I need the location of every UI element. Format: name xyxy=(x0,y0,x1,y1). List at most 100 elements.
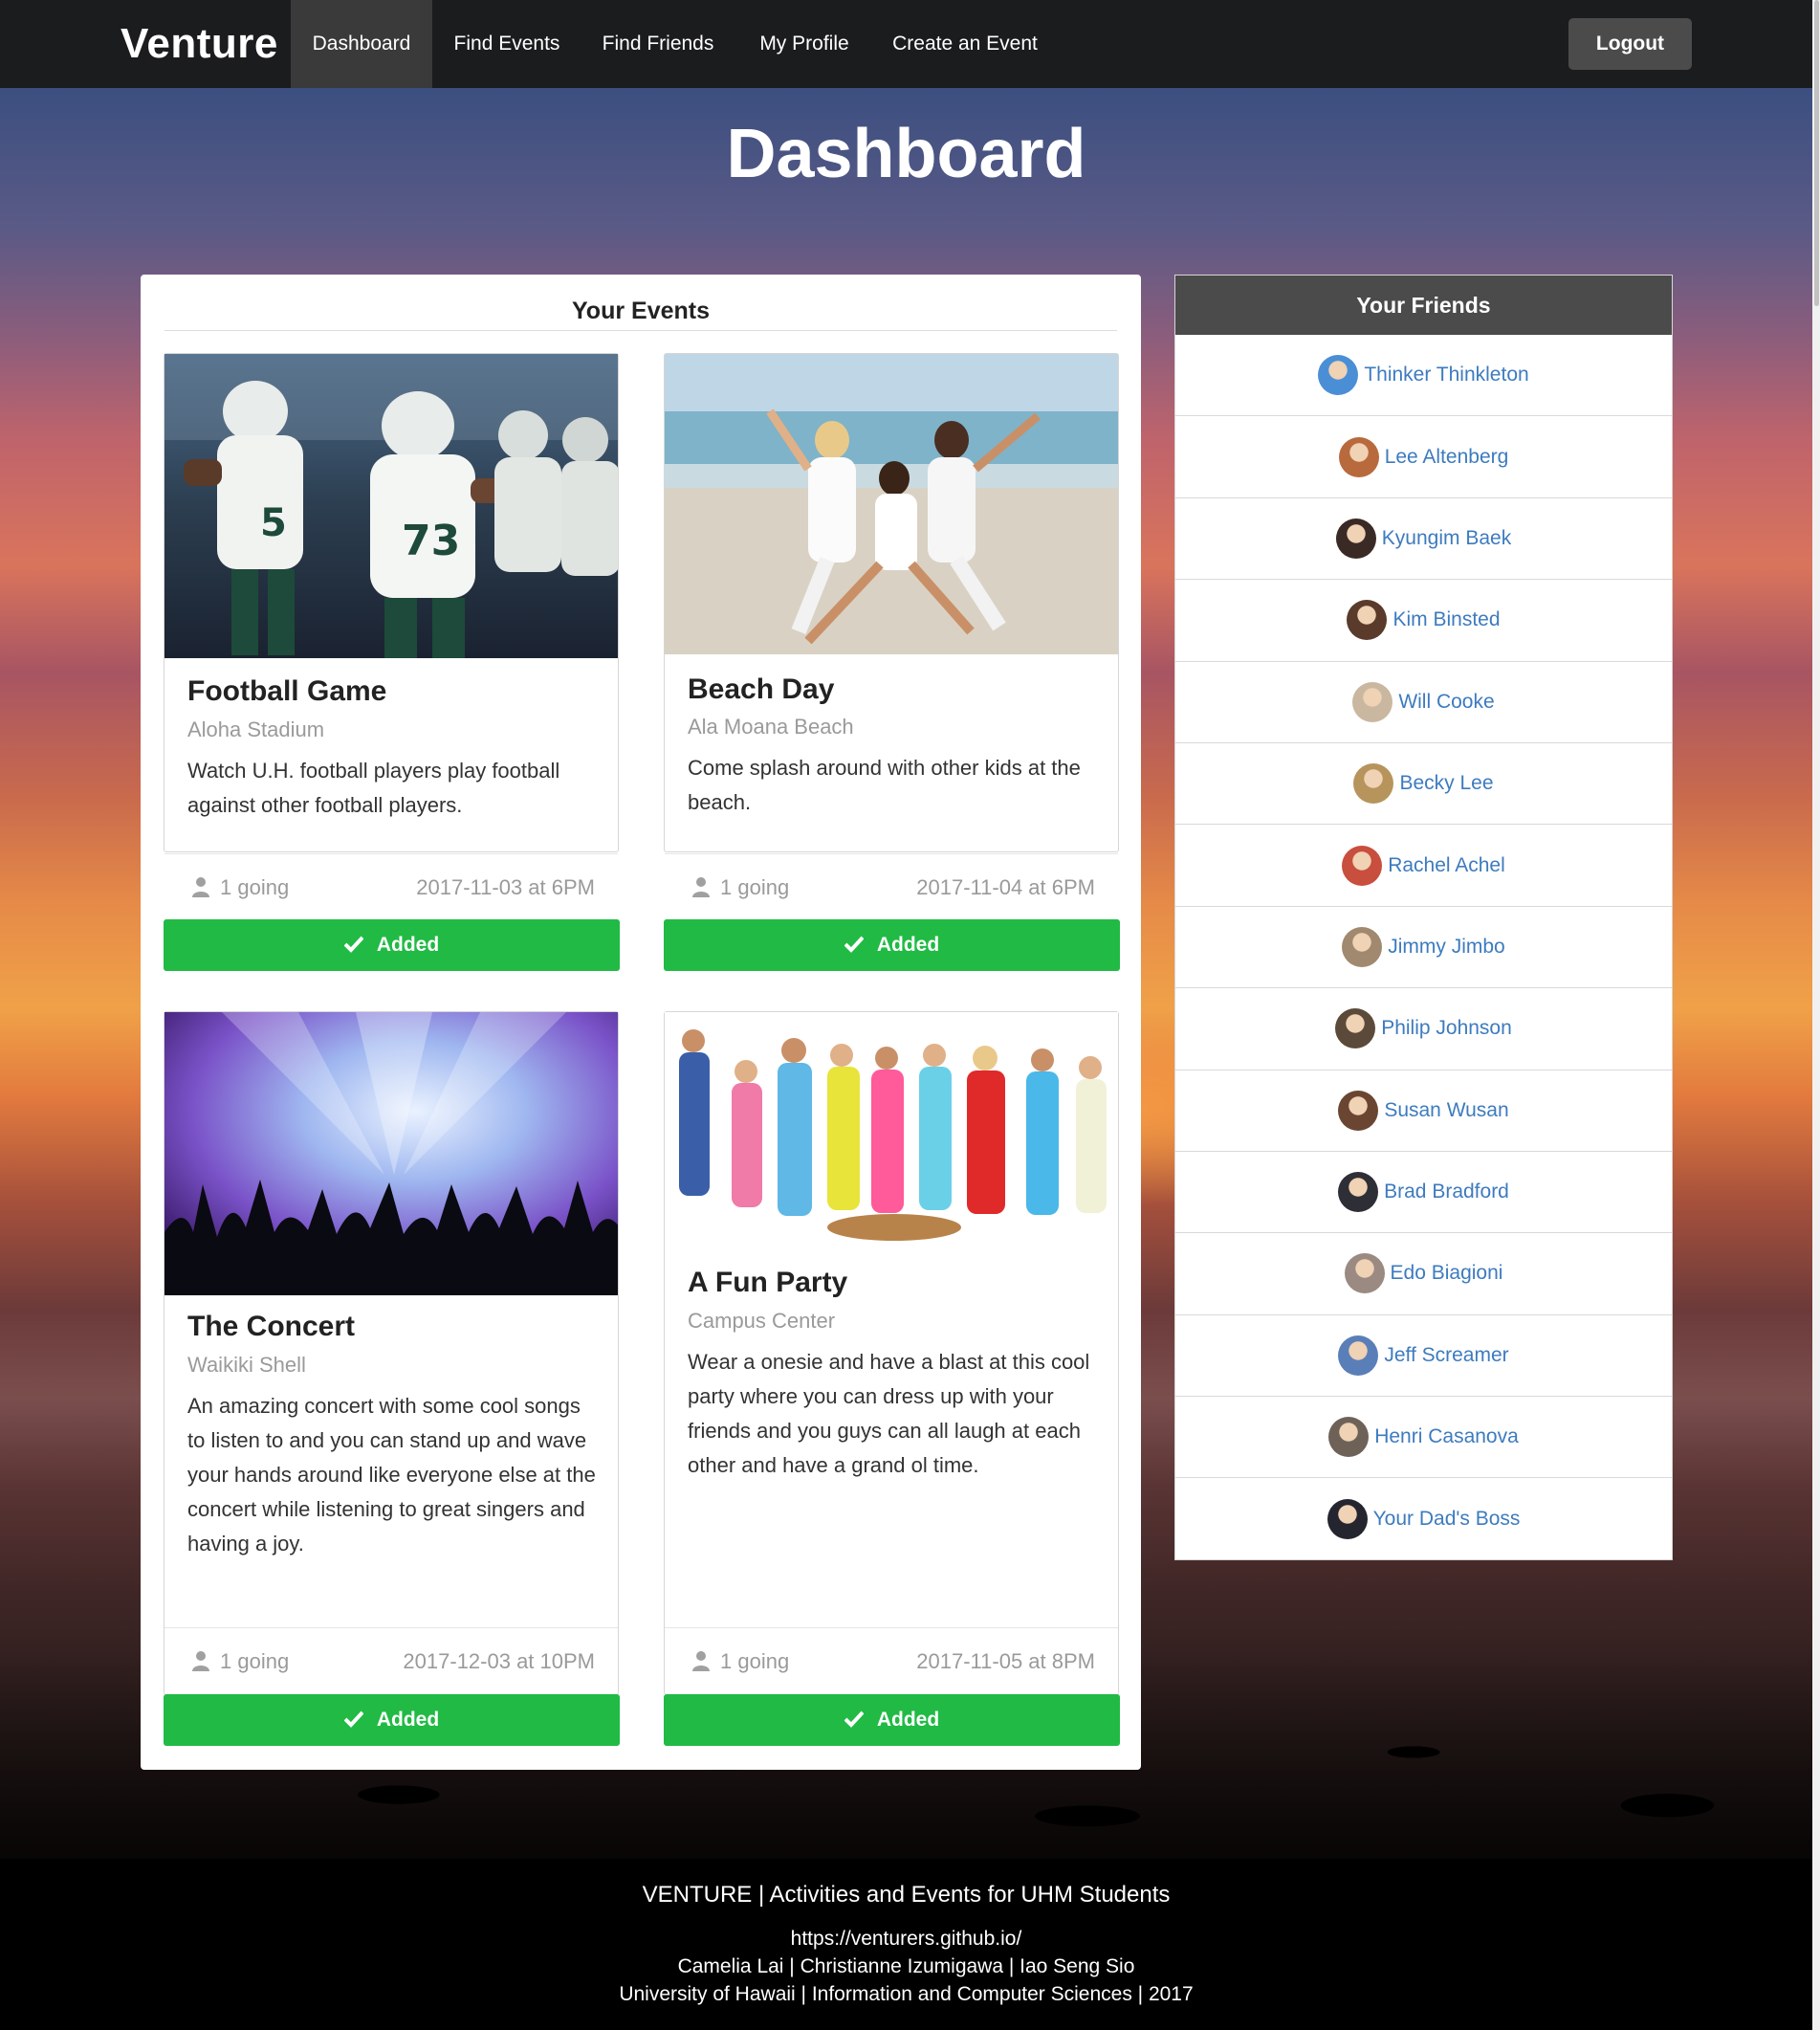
event-card-party: A Fun Party Campus Center Wear a onesie … xyxy=(664,1011,1119,1695)
avatar xyxy=(1338,1335,1379,1376)
friend-row[interactable]: Brad Bradford xyxy=(1175,1152,1672,1234)
friend-name-link[interactable]: Susan Wusan xyxy=(1384,1099,1508,1122)
avatar xyxy=(1335,1008,1376,1049)
page-title: Dashboard xyxy=(726,116,1086,192)
friend-row[interactable]: Rachel Achel xyxy=(1175,825,1672,907)
going-label: 1 going xyxy=(720,1649,790,1673)
friend-name-link[interactable]: Kim Binsted xyxy=(1392,608,1500,631)
going-label: 1 going xyxy=(220,1649,290,1673)
going-count: 1 going xyxy=(691,1649,789,1674)
going-count: 1 going xyxy=(191,1649,289,1674)
friend-name-link[interactable]: Edo Biagioni xyxy=(1391,1262,1503,1285)
concert-crowd-photo[interactable] xyxy=(164,1012,618,1295)
event-date: 2017-12-03 at 10PM xyxy=(403,1649,595,1673)
event-title[interactable]: Football Game xyxy=(187,675,386,708)
friend-row[interactable]: Philip Johnson xyxy=(1175,988,1672,1070)
friend-row[interactable]: Kyungim Baek xyxy=(1175,498,1672,581)
football-players-photo[interactable]: 5 73 xyxy=(164,354,618,658)
your-events-heading: Your Events xyxy=(164,292,1117,331)
event-location: Aloha Stadium xyxy=(187,717,325,741)
added-label: Added xyxy=(376,934,440,956)
event-title[interactable]: The Concert xyxy=(187,1311,355,1343)
going-count: 1 going xyxy=(191,875,289,900)
added-label: Added xyxy=(876,934,940,956)
friend-name-link[interactable]: Brad Bradford xyxy=(1384,1180,1509,1203)
avatar xyxy=(1352,681,1393,722)
friend-row[interactable]: Susan Wusan xyxy=(1175,1070,1672,1152)
friend-name-link[interactable]: Your Dad's Boss xyxy=(1373,1508,1521,1531)
event-location: Waikiki Shell xyxy=(187,1353,306,1377)
beach-people-photo[interactable] xyxy=(665,354,1118,654)
friend-name-link[interactable]: Henri Casanova xyxy=(1374,1425,1519,1448)
friend-row[interactable]: Your Dad's Boss xyxy=(1175,1478,1672,1559)
going-label: 1 going xyxy=(720,875,790,899)
check-icon xyxy=(343,921,364,953)
avatar xyxy=(1318,355,1359,396)
friend-row[interactable]: Thinker Thinkleton xyxy=(1175,335,1672,417)
svg-text:5: 5 xyxy=(260,501,287,545)
user-icon xyxy=(691,876,711,897)
friend-row[interactable]: Jimmy Jimbo xyxy=(1175,907,1672,989)
friend-name-link[interactable]: Becky Lee xyxy=(1399,772,1493,795)
friend-name-link[interactable]: Lee Altenberg xyxy=(1385,446,1509,469)
avatar xyxy=(1338,436,1379,477)
friend-row[interactable]: Becky Lee xyxy=(1175,743,1672,826)
event-card-beach: Beach Day Ala Moana Beach Come splash ar… xyxy=(664,353,1119,899)
friend-name-link[interactable]: Jimmy Jimbo xyxy=(1388,936,1505,959)
event-description: An amazing concert with some cool songs … xyxy=(187,1394,596,1556)
nav-create-event[interactable]: Create an Event xyxy=(874,0,1056,88)
avatar xyxy=(1342,926,1383,967)
onesie-party-photo[interactable] xyxy=(665,1012,1118,1249)
added-button[interactable]: Added xyxy=(164,1694,620,1746)
friend-name-link[interactable]: Philip Johnson xyxy=(1381,1017,1512,1040)
friend-row[interactable]: Kim Binsted xyxy=(1175,580,1672,662)
friend-row[interactable]: Edo Biagioni xyxy=(1175,1233,1672,1315)
friend-name-link[interactable]: Rachel Achel xyxy=(1388,854,1505,877)
event-date: 2017-11-03 at 6PM xyxy=(416,875,595,899)
friend-name-link[interactable]: Thinker Thinkleton xyxy=(1364,364,1528,386)
friend-name-link[interactable]: Will Cooke xyxy=(1398,691,1494,714)
friend-row[interactable]: Lee Altenberg xyxy=(1175,416,1672,498)
nav-find-friends[interactable]: Find Friends xyxy=(581,0,735,88)
event-location: Ala Moana Beach xyxy=(688,715,854,739)
avatar xyxy=(1335,518,1376,559)
avatar xyxy=(1338,1090,1379,1131)
user-icon xyxy=(691,1650,711,1671)
added-label: Added xyxy=(376,1709,440,1731)
event-title[interactable]: A Fun Party xyxy=(688,1267,847,1299)
top-navbar: Venture Dashboard Find Events Find Frien… xyxy=(0,0,1812,88)
avatar xyxy=(1342,845,1383,886)
avatar xyxy=(1347,600,1388,641)
nav-dashboard[interactable]: Dashboard xyxy=(291,0,432,88)
event-description: Watch U.H. football players play footbal… xyxy=(187,759,560,817)
brand-logo[interactable]: Venture xyxy=(121,0,278,88)
footer-institution: University of Hawaii | Information and C… xyxy=(619,1983,1194,2005)
friend-row[interactable]: Henri Casanova xyxy=(1175,1397,1672,1479)
friend-list: Thinker Thinkleton Lee Altenberg Kyungim… xyxy=(1175,335,1672,1560)
event-card-football: 5 73 Football Game Aloha Stadium Watch U… xyxy=(164,353,619,899)
user-icon xyxy=(191,1650,210,1671)
friend-name-link[interactable]: Kyungim Baek xyxy=(1382,527,1511,550)
going-count: 1 going xyxy=(691,875,789,900)
going-label: 1 going xyxy=(220,875,290,899)
added-button[interactable]: Added xyxy=(164,919,620,971)
your-events-panel: Your Events 5 73 Football Game Aloha Sta… xyxy=(141,275,1141,1770)
page-footer: VENTURE | Activities and Events for UHM … xyxy=(0,1859,1812,2030)
avatar xyxy=(1327,1499,1368,1540)
event-title[interactable]: Beach Day xyxy=(688,673,834,706)
footer-url-link[interactable]: https://venturers.github.io/ xyxy=(0,1928,1812,1951)
check-icon xyxy=(343,1696,364,1728)
added-button[interactable]: Added xyxy=(664,1694,1120,1746)
friend-row[interactable]: Will Cooke xyxy=(1175,662,1672,743)
avatar xyxy=(1338,1172,1379,1213)
friend-name-link[interactable]: Jeff Screamer xyxy=(1384,1344,1508,1367)
event-card-footer: 1 going 2017-11-04 at 6PM xyxy=(665,853,1118,921)
event-date: 2017-11-04 at 6PM xyxy=(916,875,1095,899)
logout-button[interactable]: Logout xyxy=(1568,18,1692,70)
scrollbar-thumb[interactable] xyxy=(1814,0,1819,306)
added-button[interactable]: Added xyxy=(664,919,1120,971)
nav-my-profile[interactable]: My Profile xyxy=(735,0,874,88)
nav-find-events[interactable]: Find Events xyxy=(432,0,581,88)
friend-row[interactable]: Jeff Screamer xyxy=(1175,1315,1672,1398)
check-icon xyxy=(844,921,865,953)
